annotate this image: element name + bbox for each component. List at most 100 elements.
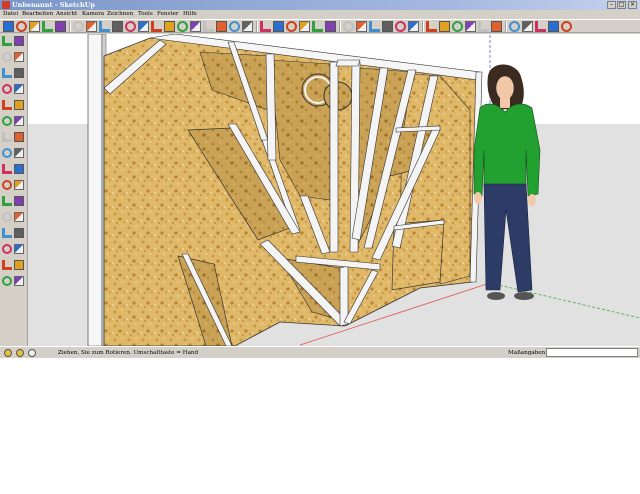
- dimension-icon[interactable]: [14, 164, 24, 174]
- title-bar: Unbenannt - SketchUp – □ ×: [0, 0, 640, 10]
- offset-icon[interactable]: [14, 148, 24, 158]
- zoom-icon[interactable]: [2, 228, 12, 238]
- zoom-extents-icon[interactable]: [2, 244, 12, 254]
- hidden-line-icon[interactable]: [452, 21, 463, 32]
- left-toolbar: [0, 33, 28, 346]
- shaded-texture-icon[interactable]: [478, 21, 489, 32]
- circle-icon[interactable]: [2, 84, 12, 94]
- arc-icon[interactable]: [14, 84, 24, 94]
- menu-datei[interactable]: Datei: [3, 10, 18, 19]
- paint-bucket-icon[interactable]: [86, 21, 97, 32]
- freehand-icon[interactable]: [14, 100, 24, 110]
- help-icon[interactable]: [28, 349, 36, 357]
- shaded-icon[interactable]: [465, 21, 476, 32]
- rotate-icon[interactable]: [125, 21, 136, 32]
- select-icon[interactable]: [2, 36, 12, 46]
- section-plane-icon[interactable]: [242, 21, 253, 32]
- offset-icon[interactable]: [164, 21, 175, 32]
- eraser-icon[interactable]: [73, 21, 84, 32]
- toolbar-separator: [422, 21, 424, 32]
- drawing-viewport[interactable]: [28, 34, 640, 346]
- toolbar-separator: [256, 21, 258, 32]
- tape-measure-icon[interactable]: [177, 21, 188, 32]
- 3d-text-icon[interactable]: [14, 196, 24, 206]
- measurements-field[interactable]: [546, 348, 638, 357]
- follow-me-icon[interactable]: [138, 21, 149, 32]
- protractor-icon[interactable]: [190, 21, 201, 32]
- info-icon[interactable]: [4, 349, 12, 357]
- move-icon[interactable]: [2, 116, 12, 126]
- protractor-icon[interactable]: [2, 180, 12, 190]
- pencil-icon[interactable]: [16, 21, 27, 32]
- arc-icon[interactable]: [55, 21, 66, 32]
- scene: [28, 34, 640, 346]
- right-view-icon[interactable]: [382, 21, 393, 32]
- maximize-button[interactable]: □: [617, 1, 626, 9]
- rectangle-icon[interactable]: [29, 21, 40, 32]
- menu-tools[interactable]: Tools: [138, 10, 153, 19]
- position-camera-icon[interactable]: [2, 260, 12, 270]
- menu-bearbeiten[interactable]: Bearbeiten: [22, 10, 53, 19]
- axes-icon[interactable]: [2, 196, 12, 206]
- menu-kamera[interactable]: Kamera: [82, 10, 104, 19]
- rotate-icon[interactable]: [2, 132, 12, 142]
- select-icon[interactable]: [3, 21, 14, 32]
- pan-icon[interactable]: [14, 212, 24, 222]
- paint-icon[interactable]: [14, 36, 24, 46]
- push-pull-icon[interactable]: [99, 21, 110, 32]
- pan-icon[interactable]: [273, 21, 284, 32]
- zoom-window-icon[interactable]: [299, 21, 310, 32]
- menu-ansicht[interactable]: Ansicht: [56, 10, 77, 19]
- text-icon[interactable]: [14, 180, 24, 190]
- walk-icon[interactable]: [2, 276, 12, 286]
- geolocation-icon[interactable]: [16, 349, 24, 357]
- previous-icon[interactable]: [14, 244, 24, 254]
- cube-icon[interactable]: [42, 21, 53, 32]
- menu-bar: Datei Bearbeiten Ansicht Kamera Zeichnen…: [0, 10, 640, 19]
- look-around-icon[interactable]: [14, 260, 24, 270]
- zoom-window-icon[interactable]: [14, 228, 24, 238]
- menu-hilfe[interactable]: Hilfe: [183, 10, 197, 19]
- previous-view-icon[interactable]: [325, 21, 336, 32]
- zoom-extents-icon[interactable]: [312, 21, 323, 32]
- minimize-button[interactable]: –: [607, 1, 616, 9]
- pencil-icon[interactable]: [2, 52, 12, 62]
- line-icon[interactable]: [14, 68, 24, 78]
- front-view-icon[interactable]: [369, 21, 380, 32]
- push-pull-icon[interactable]: [14, 116, 24, 126]
- axes-icon[interactable]: [216, 21, 227, 32]
- measurements-label: Maßangaben: [508, 350, 546, 356]
- rectangle-icon[interactable]: [2, 68, 12, 78]
- share-model-icon[interactable]: [548, 21, 559, 32]
- components-icon[interactable]: [509, 21, 520, 32]
- polygon-icon[interactable]: [2, 100, 12, 110]
- xray-icon[interactable]: [426, 21, 437, 32]
- follow-me-icon[interactable]: [14, 132, 24, 142]
- toolbar-separator: [505, 21, 507, 32]
- zoom-icon[interactable]: [286, 21, 297, 32]
- text-icon[interactable]: [203, 21, 214, 32]
- top-view-icon[interactable]: [356, 21, 367, 32]
- section-plane-icon[interactable]: [14, 276, 24, 286]
- toolbar-separator: [339, 21, 341, 32]
- scale-icon[interactable]: [151, 21, 162, 32]
- dimension-icon[interactable]: [229, 21, 240, 32]
- menu-fenster[interactable]: Fenster: [157, 10, 179, 19]
- get-models-icon[interactable]: [535, 21, 546, 32]
- menu-zeichnen[interactable]: Zeichnen: [107, 10, 133, 19]
- monochrome-icon[interactable]: [491, 21, 502, 32]
- toolbar-separator: [69, 21, 71, 32]
- iso-view-icon[interactable]: [343, 21, 354, 32]
- close-button[interactable]: ×: [628, 1, 637, 9]
- orbit-icon[interactable]: [2, 212, 12, 222]
- eraser-icon[interactable]: [14, 52, 24, 62]
- materials-icon[interactable]: [522, 21, 533, 32]
- orbit-icon[interactable]: [260, 21, 271, 32]
- wireframe-icon[interactable]: [439, 21, 450, 32]
- scale-icon[interactable]: [2, 148, 12, 158]
- move-icon[interactable]: [112, 21, 123, 32]
- tape-measure-icon[interactable]: [2, 164, 12, 174]
- left-view-icon[interactable]: [408, 21, 419, 32]
- back-view-icon[interactable]: [395, 21, 406, 32]
- warehouse-icon[interactable]: [561, 21, 572, 32]
